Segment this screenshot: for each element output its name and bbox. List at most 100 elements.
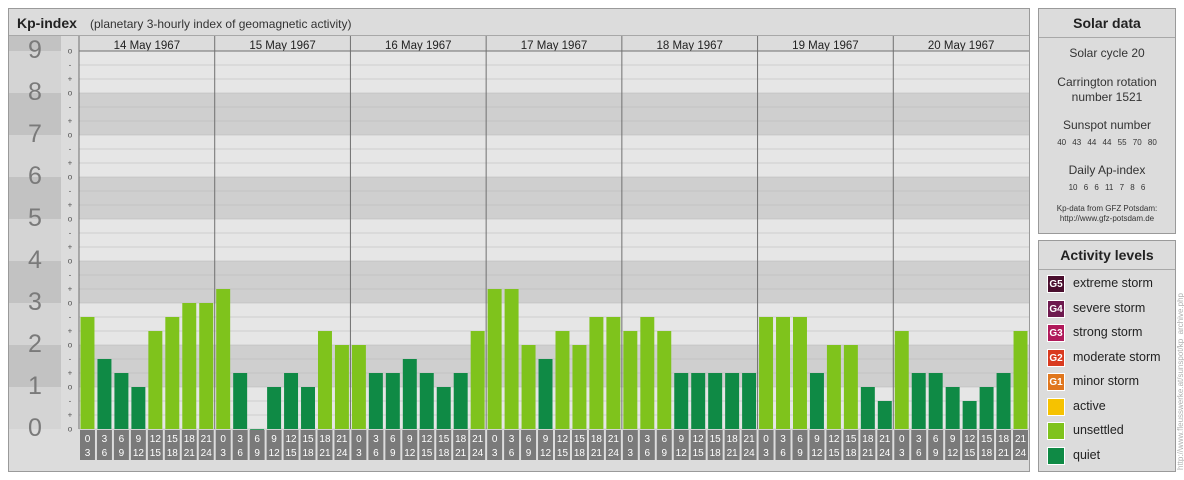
level-swatch: G1: [1047, 373, 1065, 391]
y-minor-label: o: [68, 341, 73, 350]
kp-bar: [131, 387, 146, 429]
level-swatch: [1047, 422, 1065, 440]
hour-label: 6: [254, 434, 260, 445]
y-minor-label: -: [69, 313, 72, 322]
kp-bar: [555, 331, 570, 429]
y-minor-label: o: [68, 47, 73, 56]
kp-bar: [572, 345, 587, 429]
kp-bar: [657, 331, 672, 429]
kp-bar: [860, 387, 875, 429]
carrington-line1: Carrington rotation: [1057, 75, 1157, 89]
kp-bar: [894, 331, 909, 429]
hour-label: 21: [184, 448, 196, 459]
hour-label: 12: [540, 448, 552, 459]
hour-label: 15: [302, 434, 314, 445]
kp-bar: [504, 289, 519, 429]
hour-label: 3: [237, 434, 243, 445]
plot-band: [79, 93, 1029, 135]
hour-label: 24: [744, 448, 756, 459]
y-minor-label: -: [69, 355, 72, 364]
kp-bar: [250, 429, 265, 430]
hour-label: 21: [472, 434, 484, 445]
hour-label: 6: [237, 448, 243, 459]
sunspot-values: 40 43 44 44 55 70 80: [1057, 138, 1157, 147]
kp-bar: [351, 345, 366, 429]
kp-bar: [80, 316, 95, 429]
hour-label: 21: [727, 448, 739, 459]
hour-label: 24: [472, 448, 484, 459]
kp-bar: [182, 303, 197, 429]
hour-label: 21: [744, 434, 756, 445]
hour-label: 15: [710, 434, 722, 445]
y-tick-label: 2: [28, 330, 42, 358]
kp-bar: [419, 373, 434, 429]
y-tick-label: 7: [28, 120, 42, 148]
kp-bar: [691, 373, 706, 429]
hour-label: 18: [184, 434, 196, 445]
hour-label: 9: [390, 448, 396, 459]
level-swatch: G5: [1047, 275, 1065, 293]
hour-label: 24: [1015, 448, 1027, 459]
y-minor-label: -: [69, 187, 72, 196]
day-label: 17 May 1967: [521, 40, 588, 52]
y-tick-label: 0: [28, 414, 42, 442]
hour-label: 3: [85, 448, 91, 459]
hour-label: 3: [899, 448, 905, 459]
hour-label: 18: [574, 448, 586, 459]
kp-bar: [148, 331, 163, 429]
hour-label: 3: [509, 434, 515, 445]
hour-label: 6: [797, 434, 803, 445]
y-minor-label: +: [68, 243, 73, 252]
hour-label: 24: [336, 448, 348, 459]
y-minor-label: o: [68, 383, 73, 392]
hour-label: 9: [661, 448, 667, 459]
day-label: 18 May 1967: [656, 40, 723, 52]
hour-label: 21: [319, 448, 331, 459]
day-label: 16 May 1967: [385, 40, 452, 52]
kp-bar: [928, 373, 943, 429]
hour-label: 0: [628, 434, 634, 445]
kp-bar: [453, 373, 468, 429]
hour-label: 15: [438, 434, 450, 445]
kp-bar: [233, 373, 248, 429]
hour-label: 3: [356, 448, 362, 459]
hour-label: 15: [574, 434, 586, 445]
kp-bar: [843, 345, 858, 429]
hour-label: 3: [220, 448, 226, 459]
hour-label: 9: [950, 434, 956, 445]
y-minor-label: +: [68, 117, 73, 126]
kp-bar: [979, 387, 994, 429]
y-tick-label: 8: [28, 78, 42, 106]
day-label: 15 May 1967: [249, 40, 316, 52]
y-minor-label: -: [69, 397, 72, 406]
kp-bar: [589, 316, 604, 429]
plot-band: [79, 219, 1029, 261]
hour-label: 18: [438, 448, 450, 459]
y-minor-label: -: [69, 271, 72, 280]
hour-label: 18: [862, 434, 874, 445]
kp-bar: [199, 303, 214, 429]
hour-label: 3: [628, 448, 634, 459]
y-minor-label: o: [68, 299, 73, 308]
kp-bar: [470, 331, 485, 429]
kp-bar: [334, 345, 349, 429]
y-minor-label: +: [68, 285, 73, 294]
kp-bar: [793, 316, 807, 429]
y-minor-label: -: [69, 145, 72, 154]
hour-label: 18: [981, 448, 993, 459]
hour-label: 12: [811, 448, 823, 459]
plot-band: [79, 135, 1029, 177]
kp-bar: [216, 289, 231, 429]
kp-bar: [911, 373, 926, 429]
kp-bar: [385, 373, 400, 429]
y-minor-label: -: [69, 229, 72, 238]
solar-data-panel: Solar data Solar cycle 20 Carrington rot…: [1038, 8, 1176, 234]
hour-label: 12: [693, 434, 705, 445]
hour-label: 18: [845, 448, 857, 459]
level-label: quiet: [1073, 447, 1101, 462]
solar-title: Solar data: [1073, 15, 1141, 31]
plot-band: [79, 177, 1029, 219]
hour-label: 12: [285, 434, 297, 445]
day-label: 14 May 1967: [114, 40, 181, 52]
plot-band: [79, 51, 1029, 93]
